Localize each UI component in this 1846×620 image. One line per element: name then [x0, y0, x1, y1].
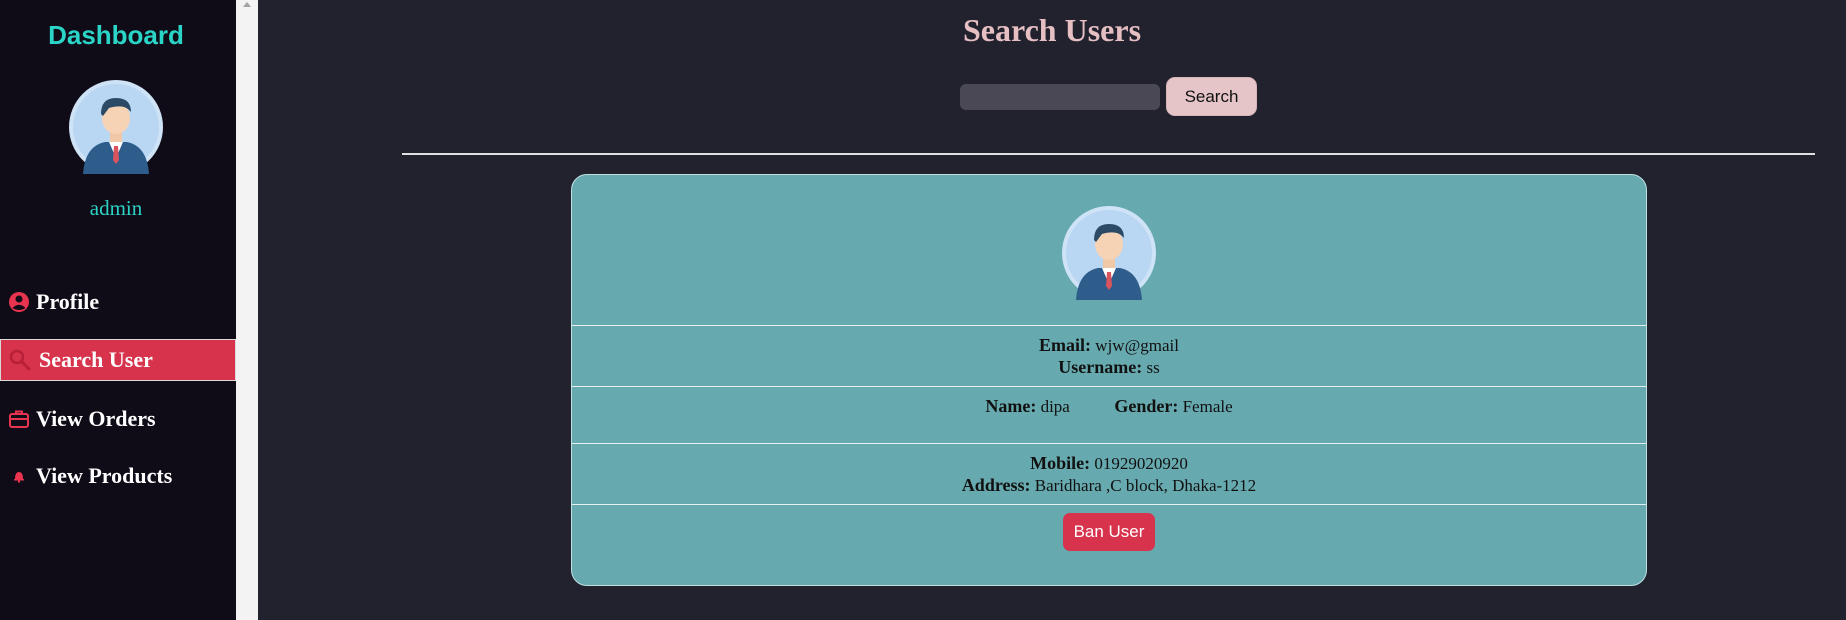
sidebar-item-label: Search User	[39, 347, 153, 372]
user-avatar	[1062, 206, 1156, 300]
sidebar-item-profile[interactable]: Profile	[0, 281, 236, 323]
admin-avatar	[69, 80, 163, 174]
card-divider	[572, 443, 1646, 444]
card-divider	[572, 386, 1646, 387]
mobile-value: 01929020920	[1094, 454, 1188, 473]
divider	[402, 153, 1815, 155]
sidebar-item-view-orders[interactable]: View Orders	[0, 398, 236, 440]
user-circle-icon	[4, 287, 34, 317]
search-icon	[5, 345, 35, 375]
search-button[interactable]: Search	[1166, 77, 1257, 116]
name-gender-row: Name: dipa Gender: Female	[572, 396, 1646, 417]
address-label: Address:	[961, 475, 1031, 495]
scrollbar-track[interactable]	[236, 0, 258, 620]
sidebar: Dashboard admin Profile Search User View…	[0, 0, 236, 620]
email-row: Email: wjw@gmail	[572, 335, 1646, 356]
search-input[interactable]	[960, 84, 1160, 110]
mobile-row: Mobile: 01929020920	[572, 453, 1646, 474]
page-title: Search Users	[962, 12, 1142, 48]
sidebar-item-search-user[interactable]: Search User	[0, 339, 236, 381]
email-label: Email:	[1039, 335, 1092, 355]
name-value: dipa	[1040, 397, 1070, 416]
card-divider	[572, 325, 1646, 326]
address-value: Baridhara ,C block, Dhaka-1212	[1034, 476, 1257, 495]
bell-icon	[4, 461, 34, 491]
mobile-label: Mobile:	[1030, 453, 1091, 473]
sidebar-item-label: View Products	[36, 463, 173, 488]
sidebar-item-label: View Orders	[36, 406, 156, 431]
name-label: Name:	[985, 396, 1037, 416]
email-value: wjw@gmail	[1095, 336, 1179, 355]
dashboard-title: Dashboard	[48, 20, 184, 50]
address-row: Address: Baridhara ,C block, Dhaka-1212	[572, 475, 1646, 496]
username-value: ss	[1146, 358, 1160, 377]
scroll-up-arrow-icon[interactable]	[243, 2, 251, 7]
admin-username: admin	[89, 196, 143, 220]
gender-value: Female	[1182, 397, 1233, 416]
username-label: Username:	[1058, 357, 1143, 377]
gender-label: Gender:	[1114, 396, 1179, 416]
sidebar-item-label: Profile	[36, 289, 100, 314]
ban-user-button[interactable]: Ban User	[1063, 513, 1155, 551]
sidebar-item-view-products[interactable]: View Products	[0, 455, 236, 497]
user-card: Email: wjw@gmail Username: ss Name: dipa…	[571, 174, 1647, 586]
username-row: Username: ss	[572, 357, 1646, 378]
briefcase-icon	[4, 404, 34, 434]
card-divider	[572, 504, 1646, 505]
